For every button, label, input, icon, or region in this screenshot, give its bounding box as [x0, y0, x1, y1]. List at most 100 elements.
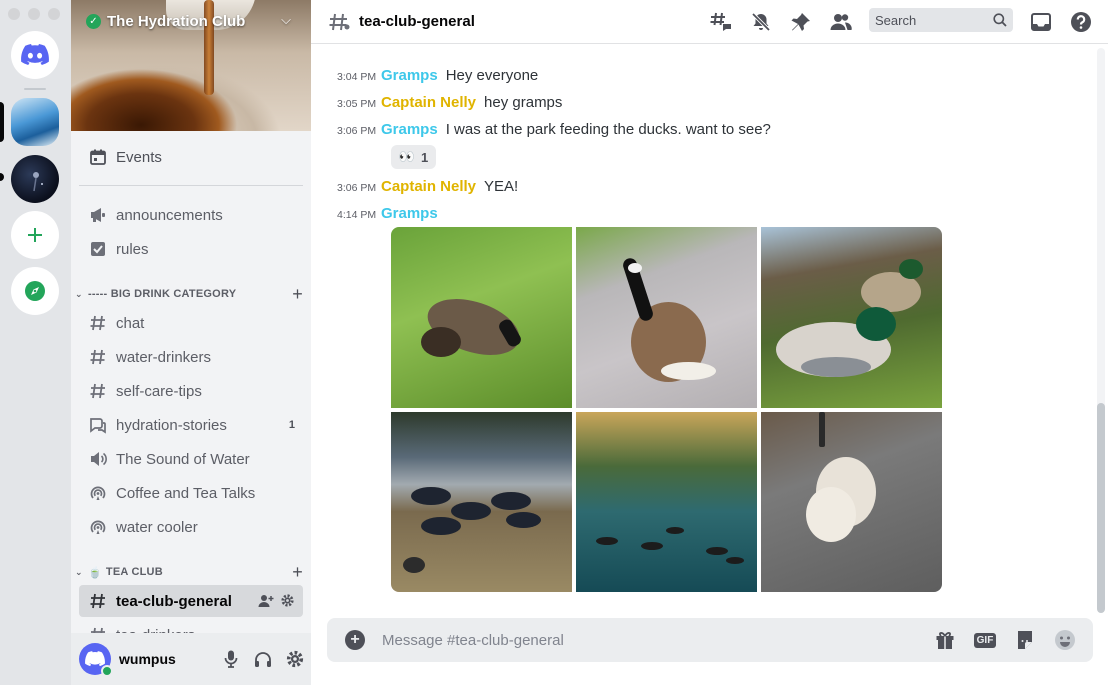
gear-icon[interactable] — [280, 593, 295, 608]
window-minimize-button[interactable] — [28, 8, 40, 20]
server-header[interactable]: ✓ The Hydration Club ⌵ — [83, 11, 301, 31]
hash-icon — [88, 347, 108, 367]
reaction-button[interactable]: 👀 1 — [391, 145, 436, 169]
hash-icon — [88, 313, 108, 333]
server-icon-night[interactable] — [11, 155, 59, 203]
search-icon — [993, 13, 1007, 27]
server-icon-hydration-club[interactable] — [11, 98, 59, 146]
channel-header: tea-club-general Search — [311, 0, 1108, 44]
channel-chat[interactable]: chat — [79, 307, 303, 339]
channel-label: self-care-tips — [116, 382, 202, 400]
explore-servers-button[interactable] — [11, 267, 59, 315]
channel-water-drinkers[interactable]: water-drinkers — [79, 341, 303, 373]
message[interactable]: 3:05 PM Captain Nelly hey gramps — [337, 94, 562, 111]
channel-self-care-tips[interactable]: self-care-tips — [79, 375, 303, 407]
channel-label: water cooler — [116, 518, 198, 536]
channel-water-cooler[interactable]: water cooler — [79, 511, 303, 543]
channel-the-sound-of-water[interactable]: The Sound of Water — [79, 443, 303, 475]
username[interactable]: wumpus — [119, 651, 215, 667]
user-settings-button[interactable] — [279, 643, 311, 675]
goose-grazing-photo[interactable] — [391, 227, 572, 408]
threads-button[interactable] — [709, 10, 733, 34]
online-status-indicator — [101, 665, 113, 677]
message-timestamp: 3:06 PM — [337, 125, 377, 137]
inbox-icon — [1031, 13, 1051, 31]
bell-muted-icon — [751, 12, 771, 32]
search-placeholder: Search — [875, 12, 917, 28]
create-channel-button[interactable]: + — [292, 562, 303, 583]
message-author[interactable]: Gramps — [381, 121, 438, 138]
plus-icon — [28, 228, 42, 242]
gift-button[interactable] — [933, 628, 957, 652]
chevron-down-icon: ⌄ — [75, 288, 83, 299]
discord-logo-icon — [21, 44, 49, 65]
channel-tea-club-general[interactable]: tea-club-general — [79, 585, 303, 617]
duck-pond-photo[interactable] — [576, 412, 757, 592]
mute-microphone-button[interactable] — [215, 643, 247, 675]
create-channel-button[interactable]: + — [292, 284, 303, 305]
message-text: I was at the park feeding the ducks. wan… — [445, 121, 771, 138]
gif-button[interactable]: GIF — [973, 628, 997, 652]
stage-icon — [88, 483, 108, 503]
channel-label: chat — [116, 314, 145, 332]
category-tea-club[interactable]: ⌄ 🍵 TEA CLUB + — [75, 562, 303, 583]
help-button[interactable] — [1069, 10, 1093, 34]
message-author[interactable]: Captain Nelly — [381, 94, 476, 111]
message-author[interactable]: Gramps — [381, 205, 438, 222]
notification-settings-button[interactable] — [749, 10, 773, 34]
channel-label: rules — [116, 240, 149, 258]
server-separator — [24, 88, 46, 90]
chevron-down-icon: ⌄ — [75, 566, 83, 577]
goose-on-path-photo[interactable] — [576, 227, 757, 408]
eyes-emoji-icon: 👀 — [398, 149, 415, 164]
member-list-button[interactable] — [829, 10, 853, 34]
message-scrollbar[interactable] — [1097, 48, 1105, 613]
channel-announcements[interactable]: announcements — [79, 199, 303, 231]
events-item[interactable]: Events — [79, 141, 303, 173]
message[interactable]: 3:04 PM Gramps Hey everyone — [337, 67, 538, 84]
geese-flock-photo[interactable] — [391, 412, 572, 592]
inbox-button[interactable] — [1029, 10, 1053, 34]
category-label: TEA CLUB — [105, 566, 163, 578]
message[interactable]: 3:06 PM Captain Nelly YEA! — [337, 178, 518, 195]
user-panel: wumpus — [71, 633, 311, 685]
message-input[interactable] — [382, 631, 933, 649]
small-dog-photo[interactable] — [761, 412, 942, 592]
channel-label: water-drinkers — [116, 348, 212, 366]
pinned-messages-button[interactable] — [789, 10, 813, 34]
wumpus-avatar-icon — [85, 651, 105, 667]
avatar[interactable] — [79, 643, 113, 677]
add-server-button[interactable] — [11, 211, 59, 259]
channel-label: Coffee and Tea Talks — [116, 484, 256, 502]
microphone-stand-icon — [33, 172, 43, 192]
selected-server-indicator — [0, 102, 4, 142]
deafen-button[interactable] — [247, 643, 279, 675]
window-zoom-button[interactable] — [48, 8, 60, 20]
message-author[interactable]: Captain Nelly — [381, 178, 476, 195]
home-button[interactable] — [11, 31, 59, 79]
message[interactable]: 3:06 PM Gramps I was at the park feeding… — [337, 121, 771, 138]
category-big-drink[interactable]: ⌄ ----- BIG DRINK CATEGORY + — [75, 284, 303, 305]
chevron-down-icon[interactable]: ⌵ — [281, 12, 291, 28]
server-name: The Hydration Club — [107, 12, 246, 30]
message-text: hey gramps — [484, 94, 563, 111]
channel-coffee-and-tea-talks[interactable]: Coffee and Tea Talks — [79, 477, 303, 509]
sticker-button[interactable] — [1013, 628, 1037, 652]
emoji-button[interactable] — [1053, 628, 1077, 652]
message-timestamp: 3:04 PM — [337, 71, 377, 83]
message-author[interactable]: Gramps — [381, 67, 438, 84]
scrollbar-thumb[interactable] — [1097, 403, 1105, 613]
hash-icon — [88, 591, 108, 611]
server-banner[interactable]: ✓ The Hydration Club ⌵ — [71, 0, 311, 131]
channel-rules[interactable]: rules — [79, 233, 303, 265]
window-close-button[interactable] — [8, 8, 20, 20]
message[interactable]: 4:14 PM Gramps — [337, 205, 446, 222]
invite-user-icon[interactable] — [258, 593, 274, 609]
upload-plus-button[interactable]: + — [345, 630, 365, 650]
channel-hydration-stories[interactable]: hydration-stories 1 — [79, 409, 303, 441]
emoji-face-icon — [1055, 630, 1075, 650]
mallards-photo[interactable] — [761, 227, 942, 408]
search-box[interactable]: Search — [869, 8, 1013, 32]
threads-icon — [710, 12, 731, 31]
message-timestamp: 4:14 PM — [337, 209, 377, 221]
